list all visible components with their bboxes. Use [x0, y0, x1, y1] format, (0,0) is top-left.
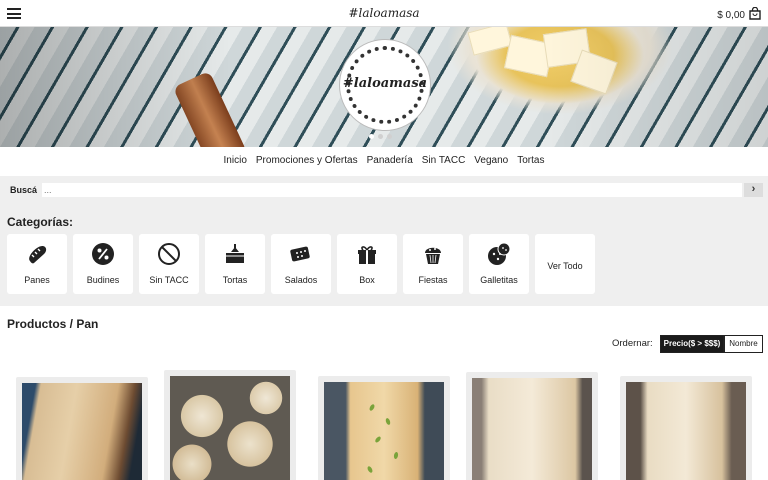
category-budines[interactable]: Budines — [73, 234, 133, 294]
product-card[interactable] — [16, 377, 148, 480]
carousel-dot[interactable] — [378, 134, 383, 139]
sort-by-price-button[interactable]: Precio($ > $$$) — [660, 335, 724, 353]
top-bar: #laloamasa $ 0,00 — [0, 0, 768, 27]
gift-box-icon — [358, 246, 376, 264]
shopping-bag-icon[interactable] — [749, 7, 761, 20]
category-label: Box — [359, 275, 375, 285]
cake-icon — [226, 244, 244, 263]
product-card[interactable] — [620, 376, 752, 480]
nav-item-vegano[interactable]: Vegano — [471, 155, 512, 177]
categories-section: Categorías: Panes Budines Sin TACC Torta… — [0, 205, 768, 306]
product-grid — [0, 370, 768, 480]
cupcake-icon — [425, 247, 441, 264]
search-bar: Buscá › — [0, 176, 768, 205]
category-label: Galletitas — [480, 275, 518, 285]
product-card[interactable] — [164, 370, 296, 480]
nav-item-inicio[interactable]: Inicio — [220, 155, 250, 177]
cookie-icon — [488, 242, 511, 265]
product-image[interactable] — [626, 382, 746, 480]
category-label: Tortas — [222, 275, 248, 285]
category-fiestas[interactable]: Fiestas — [403, 234, 463, 294]
bread-icon — [29, 245, 47, 264]
cracker-icon — [290, 246, 310, 262]
category-panes[interactable]: Panes — [7, 234, 67, 294]
prohibited-icon — [158, 243, 180, 265]
search-input[interactable] — [42, 183, 742, 197]
category-label: Salados — [284, 275, 318, 285]
carousel-dot[interactable] — [387, 134, 392, 139]
cart-total[interactable]: $ 0,00 — [717, 10, 745, 21]
category-list: Panes Budines Sin TACC Tortas Salados Bo… — [7, 234, 595, 294]
category-label: Fiestas — [418, 275, 448, 285]
category-label: Ver Todo — [547, 261, 583, 271]
category-sin-tacc[interactable]: Sin TACC — [139, 234, 199, 294]
sort-by-name-button[interactable]: Nombre — [724, 335, 763, 353]
logo-text: #laloamasa — [342, 76, 428, 91]
category-label: Sin TACC — [149, 275, 189, 285]
products-breadcrumb: Productos / Pan — [7, 317, 99, 331]
category-salados[interactable]: Salados — [271, 234, 331, 294]
percent-badge-icon — [92, 243, 114, 265]
product-card[interactable] — [466, 372, 598, 480]
sort-label: Ordernar: — [612, 338, 653, 349]
category-label: Panes — [24, 275, 50, 285]
nav-item-promociones[interactable]: Promociones y Ofertas — [252, 155, 361, 177]
product-image[interactable] — [324, 382, 444, 480]
hero-banner[interactable]: #laloamasa — [0, 27, 768, 147]
search-submit-button[interactable]: › — [744, 183, 763, 197]
product-image[interactable] — [22, 383, 142, 480]
chevron-right-icon: › — [751, 183, 756, 195]
category-ver-todo[interactable]: Ver Todo — [535, 234, 595, 294]
product-image[interactable] — [472, 378, 592, 480]
categories-title: Categorías: — [7, 215, 74, 229]
product-image[interactable] — [170, 376, 290, 480]
category-tortas[interactable]: Tortas — [205, 234, 265, 294]
main-nav: Inicio Promociones y Ofertas Panadería S… — [0, 147, 768, 177]
category-box[interactable]: Box — [337, 234, 397, 294]
carousel-dots[interactable] — [369, 134, 392, 139]
product-card[interactable] — [318, 376, 450, 480]
carousel-dot[interactable] — [369, 134, 374, 139]
nav-item-panaderia[interactable]: Panadería — [363, 155, 416, 177]
brand-logo: #laloamasa — [340, 40, 430, 130]
category-label: Budines — [86, 275, 120, 285]
nav-item-tortas[interactable]: Tortas — [514, 155, 548, 177]
brand-title[interactable]: #laloamasa — [0, 6, 768, 20]
search-label: Buscá — [10, 185, 38, 195]
category-galletitas[interactable]: Galletitas — [469, 234, 529, 294]
nav-item-sin-tacc[interactable]: Sin TACC — [418, 155, 469, 177]
